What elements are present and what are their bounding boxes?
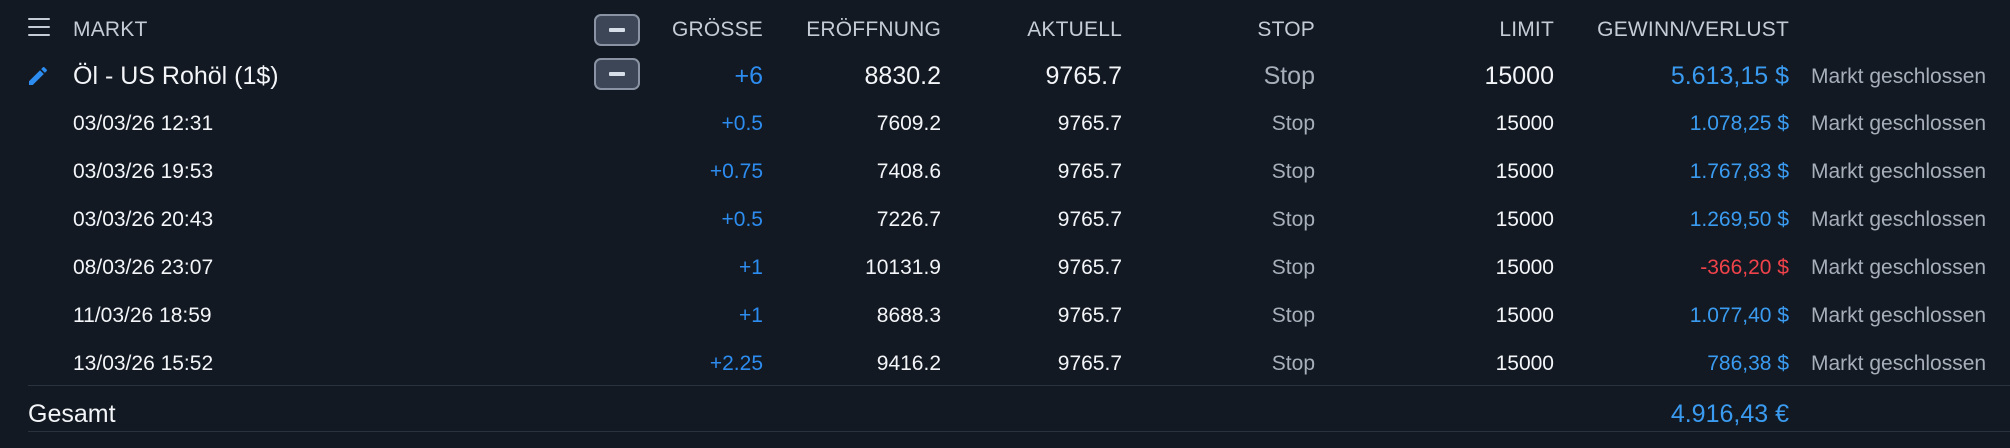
trade-date[interactable]: 03/03/26 12:31	[73, 112, 213, 136]
trade-open: 9416.2	[876, 352, 941, 375]
position-current: 9765.7	[1045, 62, 1122, 90]
position-status: Markt geschlossen	[1811, 65, 1987, 88]
trade-current: 9765.7	[1057, 256, 1122, 279]
trade-current: 9765.7	[1057, 160, 1122, 183]
trade-limit[interactable]: 15000	[1496, 256, 1554, 280]
position-limit[interactable]: 15000	[1484, 62, 1554, 91]
trade-stop[interactable]: Stop	[1272, 160, 1315, 184]
header-aktuell[interactable]: AKTUELL	[1027, 18, 1122, 42]
trade-open: 7609.2	[876, 112, 941, 135]
trade-pnl: 1.767,83 $	[1689, 160, 1789, 183]
trade-stop[interactable]: Stop	[1272, 352, 1315, 376]
trade-stop[interactable]: Stop	[1272, 304, 1315, 328]
trade-limit[interactable]: 15000	[1496, 208, 1554, 232]
trade-size: +0.5	[721, 112, 763, 135]
total-value: 4.916,43 €	[1670, 400, 1789, 428]
trade-status: Markt geschlossen	[1811, 304, 1987, 327]
divider	[28, 431, 2010, 432]
trade-open: 10131.9	[865, 256, 941, 279]
trade-limit[interactable]: 15000	[1496, 304, 1554, 328]
trade-size: +2.25	[709, 352, 763, 375]
trade-stop[interactable]: Stop	[1272, 208, 1315, 232]
position-open: 8830.2	[864, 62, 941, 90]
total-label: Gesamt	[28, 400, 116, 428]
trade-status: Markt geschlossen	[1811, 352, 1987, 375]
position-size: +6	[734, 62, 763, 90]
trade-date[interactable]: 03/03/26 20:43	[73, 208, 213, 232]
trade-date[interactable]: 11/03/26 18:59	[73, 304, 212, 328]
header-markt[interactable]: MARKT	[73, 18, 148, 42]
collapse-all-button[interactable]	[594, 14, 640, 46]
trade-current: 9765.7	[1057, 208, 1122, 231]
trade-date[interactable]: 13/03/26 15:52	[73, 352, 213, 376]
trade-pnl: 1.078,25 $	[1689, 112, 1789, 135]
market-name[interactable]: Öl - US Rohöl (1$)	[73, 62, 279, 91]
trade-status: Markt geschlossen	[1811, 208, 1987, 231]
header-eroeffnung[interactable]: ERÖFFNUNG	[806, 18, 941, 42]
trade-pnl: 786,38 $	[1707, 352, 1789, 375]
trade-limit[interactable]: 15000	[1496, 160, 1554, 184]
trade-size: +1	[739, 304, 763, 327]
trade-limit[interactable]: 15000	[1496, 112, 1554, 136]
trade-current: 9765.7	[1057, 352, 1122, 375]
trade-pnl: 1.077,40 $	[1689, 304, 1789, 327]
menu-icon[interactable]	[28, 18, 50, 36]
trade-current: 9765.7	[1057, 112, 1122, 135]
trade-status: Markt geschlossen	[1811, 112, 1987, 135]
trade-pnl: 1.269,50 $	[1689, 208, 1789, 231]
trade-size: +0.5	[721, 208, 763, 231]
header-stop[interactable]: STOP	[1257, 18, 1315, 42]
trade-status: Markt geschlossen	[1811, 160, 1987, 183]
position-stop[interactable]: Stop	[1264, 62, 1315, 91]
trade-open: 7226.7	[876, 208, 941, 231]
position-pnl: 5.613,15 $	[1670, 62, 1789, 90]
trade-current: 9765.7	[1057, 304, 1122, 327]
header-limit[interactable]: LIMIT	[1499, 18, 1554, 42]
trade-size: +1	[739, 256, 763, 279]
collapse-position-button[interactable]	[594, 58, 640, 90]
trade-pnl: -366,20 $	[1700, 256, 1789, 279]
trade-stop[interactable]: Stop	[1272, 112, 1315, 136]
trade-date[interactable]: 08/03/26 23:07	[73, 256, 213, 280]
trade-open: 8688.3	[876, 304, 941, 327]
trade-stop[interactable]: Stop	[1272, 256, 1315, 280]
header-groesse[interactable]: GRÖSSE	[672, 18, 763, 42]
pencil-icon[interactable]	[26, 64, 50, 88]
trade-size: +0.75	[709, 160, 763, 183]
trade-date[interactable]: 03/03/26 19:53	[73, 160, 213, 184]
divider	[28, 385, 2010, 386]
trade-status: Markt geschlossen	[1811, 256, 1987, 279]
trade-open: 7408.6	[876, 160, 941, 183]
header-gewinn-verlust[interactable]: GEWINN/VERLUST	[1597, 18, 1789, 42]
trade-limit[interactable]: 15000	[1496, 352, 1554, 376]
positions-table: MARKT GRÖSSE ERÖFFNUNG AKTUELL STOP LIMI…	[0, 0, 2010, 448]
